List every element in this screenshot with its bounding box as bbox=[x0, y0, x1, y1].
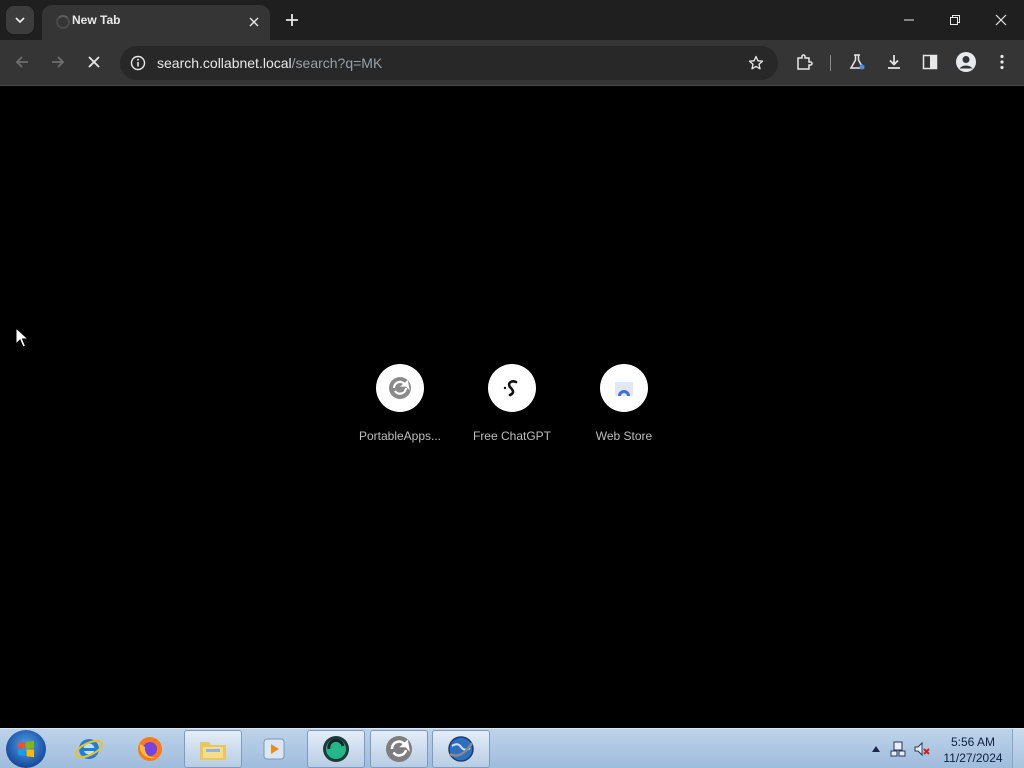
forward-button[interactable] bbox=[43, 47, 73, 77]
shortcut-icon-circle bbox=[600, 364, 648, 412]
taskbar-portableapps[interactable] bbox=[370, 730, 428, 768]
info-icon bbox=[130, 55, 146, 71]
taskbar-app-green[interactable] bbox=[307, 730, 365, 768]
stop-icon bbox=[88, 56, 100, 68]
shortcut-tile-free-chatgpt[interactable]: Free ChatGPT bbox=[462, 364, 562, 454]
shortcut-label: PortableApps... bbox=[358, 429, 442, 443]
stop-loading-button[interactable] bbox=[79, 47, 109, 77]
taskbar-clock[interactable]: 5:56 AM 11/27/2024 bbox=[936, 734, 1010, 766]
taskbar-internet-explorer[interactable] bbox=[60, 730, 118, 768]
network-icon bbox=[890, 741, 906, 757]
kebab-menu-icon bbox=[1000, 54, 1004, 70]
close-window-button[interactable] bbox=[978, 0, 1024, 40]
arrow-left-icon bbox=[15, 56, 28, 68]
arrow-right-icon bbox=[52, 56, 65, 68]
taskbar-firefox[interactable] bbox=[121, 730, 179, 768]
media-player-icon bbox=[263, 738, 285, 760]
clock-date: 11/27/2024 bbox=[943, 751, 1003, 765]
shortcut-tile-portableapps[interactable]: PortableApps... bbox=[350, 364, 450, 454]
triangle-up-icon bbox=[872, 746, 880, 752]
puzzle-icon bbox=[797, 54, 813, 70]
tab-close-button[interactable] bbox=[244, 12, 264, 32]
show-desktop-button[interactable] bbox=[1012, 729, 1024, 768]
browser-titlebar: New Tab bbox=[0, 0, 1024, 40]
portableapps-icon bbox=[386, 736, 412, 762]
toolbar-separator bbox=[830, 55, 831, 71]
restore-icon bbox=[950, 15, 960, 25]
close-icon bbox=[995, 14, 1007, 26]
new-tab-button[interactable] bbox=[280, 8, 304, 32]
show-hidden-icons-button[interactable] bbox=[868, 741, 884, 757]
download-icon bbox=[888, 55, 900, 69]
browser-toolbar: search.collabnet.local/search?q=MK bbox=[0, 40, 1024, 86]
volume-tray-button[interactable] bbox=[914, 741, 930, 757]
minimize-icon bbox=[904, 19, 914, 21]
shortcut-icon-circle bbox=[488, 364, 536, 412]
app-green-icon bbox=[323, 736, 349, 762]
chatgpt-icon bbox=[503, 380, 518, 397]
portableapps-icon bbox=[389, 377, 411, 399]
shortcut-label: Web Store bbox=[595, 429, 653, 443]
tab-new-tab[interactable]: New Tab bbox=[42, 5, 270, 40]
url-text: search.collabnet.local/search?q=MK bbox=[157, 55, 382, 71]
volume-muted-icon bbox=[914, 741, 930, 757]
avatar-icon bbox=[956, 52, 976, 72]
new-tab-page: PortableApps... Free ChatGPT Web Store bbox=[0, 87, 1024, 728]
browser-globe-icon bbox=[448, 736, 474, 762]
flask-icon bbox=[849, 54, 865, 70]
shortcut-label: Free ChatGPT bbox=[472, 429, 552, 443]
labs-button[interactable] bbox=[842, 47, 872, 77]
chevron-down-icon bbox=[15, 17, 25, 24]
clock-time: 5:56 AM bbox=[950, 735, 996, 749]
windows-taskbar: 5:56 AM 11/27/2024 bbox=[0, 728, 1024, 768]
side-panel-button[interactable] bbox=[915, 47, 945, 77]
tab-title: New Tab bbox=[72, 13, 121, 27]
shortcut-tile-web-store[interactable]: Web Store bbox=[574, 364, 674, 454]
tab-search-button[interactable] bbox=[6, 6, 34, 34]
downloads-button[interactable] bbox=[879, 47, 909, 77]
bookmark-button[interactable] bbox=[746, 53, 766, 73]
restore-button[interactable] bbox=[932, 0, 978, 40]
screen: New Tab search.collabnet.local/search?q=… bbox=[0, 0, 1024, 768]
back-button[interactable] bbox=[7, 47, 37, 77]
profile-button[interactable] bbox=[951, 47, 981, 77]
network-tray-button[interactable] bbox=[890, 741, 906, 757]
url-host: search.collabnet.local bbox=[157, 55, 292, 71]
close-icon bbox=[249, 17, 259, 27]
webstore-icon bbox=[615, 382, 633, 396]
url-path: /search?q=MK bbox=[291, 55, 383, 71]
side-panel-icon bbox=[922, 54, 938, 70]
site-info-button[interactable] bbox=[128, 53, 148, 73]
extensions-button[interactable] bbox=[789, 47, 819, 77]
loading-spinner-icon bbox=[56, 15, 70, 29]
taskbar-media-player[interactable] bbox=[245, 730, 303, 768]
windows-logo-icon bbox=[18, 740, 34, 758]
star-icon bbox=[748, 55, 764, 70]
start-button[interactable] bbox=[6, 730, 46, 768]
internet-explorer-icon bbox=[75, 739, 103, 759]
plus-icon bbox=[286, 14, 298, 26]
menu-button[interactable] bbox=[987, 47, 1017, 77]
shortcut-icon-circle bbox=[376, 364, 424, 412]
taskbar-browser-globe[interactable] bbox=[432, 730, 490, 768]
address-bar[interactable]: search.collabnet.local/search?q=MK bbox=[120, 46, 778, 80]
taskbar-file-explorer[interactable] bbox=[184, 730, 242, 768]
minimize-button[interactable] bbox=[886, 0, 932, 40]
mouse-cursor-icon bbox=[15, 327, 29, 348]
firefox-icon bbox=[138, 737, 162, 761]
file-explorer-icon bbox=[200, 742, 226, 760]
